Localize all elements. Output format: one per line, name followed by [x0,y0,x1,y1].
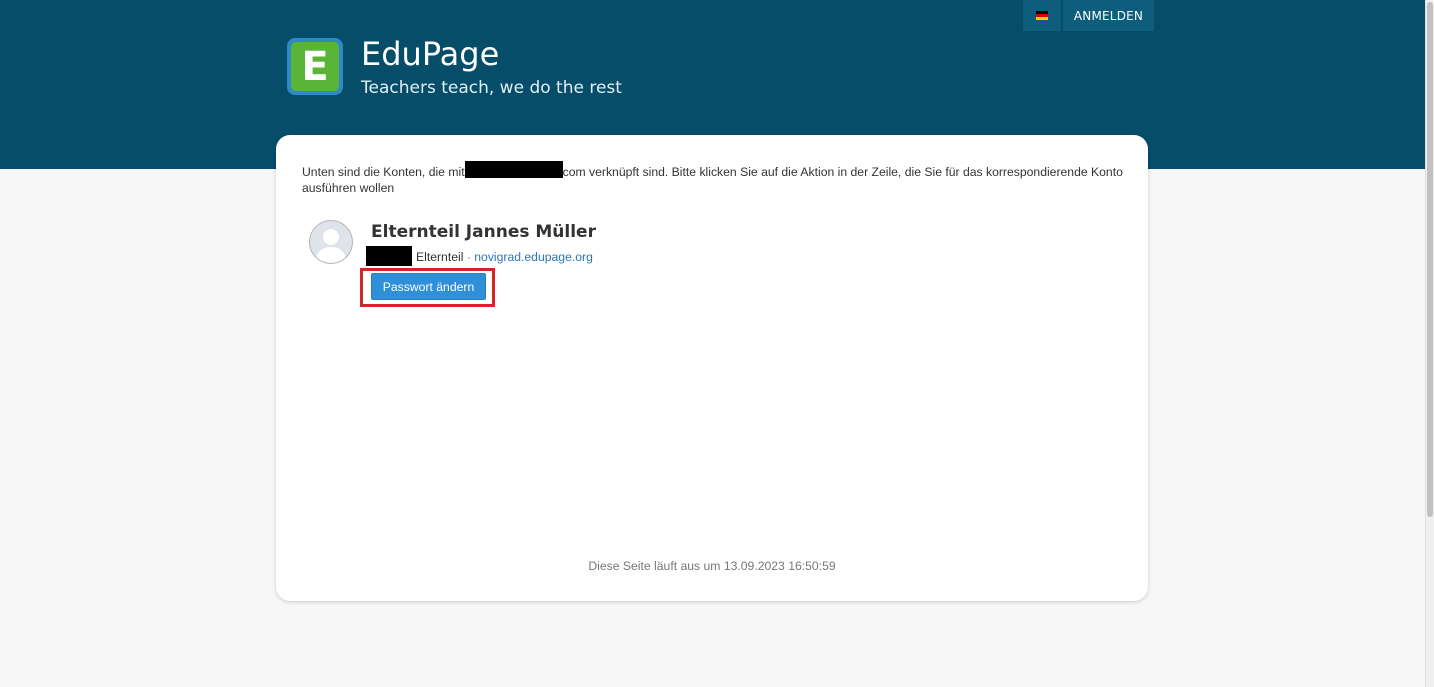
intro-text-before: Unten sind die Konten, die mit [302,165,465,179]
edupage-logo: E [287,38,343,95]
account-role: Elternteil [416,250,464,264]
meta-separator: · [466,250,471,264]
brand-title: EduPage [361,35,500,73]
page-scrollbar[interactable] [1425,0,1434,687]
login-button[interactable]: ANMELDEN [1063,0,1154,31]
expiry-notice: Diese Seite läuft aus um 13.09.2023 16:5… [588,559,836,573]
german-flag-icon [1036,11,1048,20]
language-selector[interactable] [1023,0,1061,31]
change-password-button[interactable]: Passwort ändern [371,273,486,300]
user-avatar-icon [309,220,353,264]
intro-text: Unten sind die Konten, die mit com verknü… [302,161,1132,196]
redacted-user-id [366,246,412,266]
account-name: Elternteil Jannes Müller [371,222,596,242]
account-domain-link[interactable]: novigrad.edupage.org [474,250,593,264]
scrollbar-thumb[interactable] [1427,2,1433,517]
redacted-email [464,161,563,178]
accounts-card: Unten sind die Konten, die mit com verknü… [276,135,1148,601]
brand-tagline: Teachers teach, we do the rest [361,78,622,98]
account-meta: Elternteil · novigrad.edupage.org [366,246,593,266]
logo-letter: E [291,42,339,91]
